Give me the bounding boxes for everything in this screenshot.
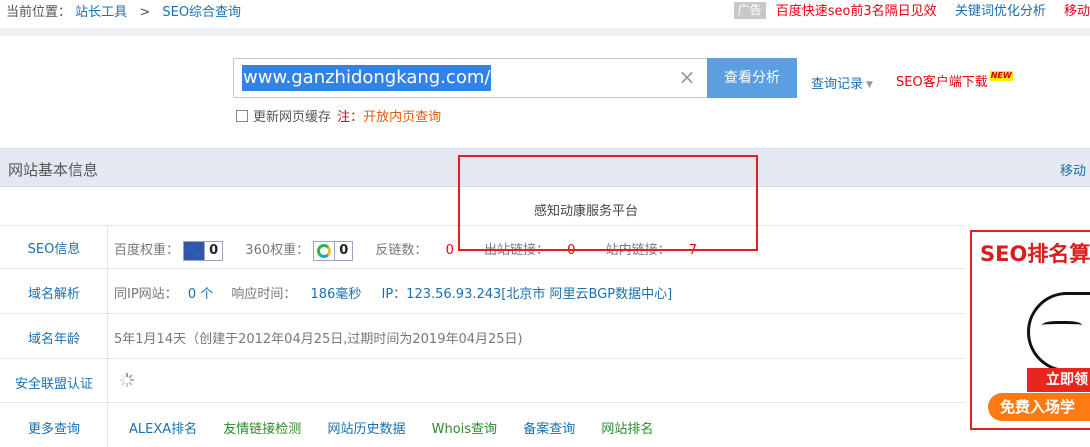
mobile-link[interactable]: 移动 <box>1064 4 1090 19</box>
more-queries-label[interactable]: 更多查询 <box>0 418 108 437</box>
same-ip-value[interactable]: 0 个 <box>188 287 213 302</box>
side-ad-claim-button[interactable]: 立即领 <box>1027 368 1090 392</box>
weight-360-badge[interactable]: 0 <box>313 240 354 261</box>
seo-info-label[interactable]: SEO信息 <box>0 238 108 257</box>
inner-page-query-link[interactable]: 开放内页查询 <box>363 110 441 125</box>
breadcrumb-item-webmaster-tools[interactable]: 站长工具 <box>75 5 127 20</box>
response-time-label: 响应时间： <box>231 287 297 302</box>
section-title: 网站基本信息 <box>8 161 99 179</box>
promo-link[interactable]: 百度快速seo前3名隔日见效 <box>776 4 937 19</box>
icp-record-link[interactable]: 备案查询 <box>523 422 575 437</box>
top-bar: 当前位置： 站长工具 > SEO综合查询 广告 百度快速seo前3名隔日见效 关… <box>0 0 1090 22</box>
chevron-down-icon: ▼ <box>866 79 873 90</box>
query-history-dropdown[interactable]: 查询记录 ▼ <box>811 73 873 92</box>
more-queries-links: ALEXA排名 友情链接检测 网站历史数据 Whois查询 备案查询 网站排名 <box>129 418 653 437</box>
row-label: 更多查询 <box>0 403 108 447</box>
ip-info[interactable]: IP：123.56.93.243[北京市 阿里云BGP数据中心] <box>382 287 673 302</box>
breadcrumb-item-seo-query[interactable]: SEO综合查询 <box>162 5 241 20</box>
breadcrumb-separator: > <box>139 5 151 20</box>
baidu-paw-icon: 🐾 <box>184 241 205 260</box>
site-history-link[interactable]: 网站历史数据 <box>327 422 405 437</box>
site-rank-link[interactable]: 网站排名 <box>601 422 653 437</box>
analyze-button[interactable]: 查看分析 <box>707 58 797 98</box>
same-ip-label: 同IP网站： <box>114 287 178 302</box>
whois-link[interactable]: Whois查询 <box>432 422 497 437</box>
weight-360-label: 360权重： <box>245 243 310 258</box>
backlink-value[interactable]: 0 <box>446 243 454 258</box>
spinner-icon <box>120 373 134 387</box>
friend-link-check-link[interactable]: 友情链接检测 <box>223 422 301 437</box>
response-time-value: 186毫秒 <box>310 287 362 302</box>
note-prefix: 注： <box>337 110 364 125</box>
cache-option: 更新网页缓存 注：开放内页查询 <box>236 106 441 125</box>
row-label: 安全联盟认证 <box>0 359 108 402</box>
baidu-weight-badge[interactable]: 🐾 0 <box>183 240 224 261</box>
section-mobile-link[interactable]: 移动 <box>1060 160 1086 179</box>
side-ad-banner[interactable]: SEO排名算 立即领 免费入场学 <box>970 230 1090 430</box>
dns-label[interactable]: 域名解析 <box>0 283 108 302</box>
baidu-weight-value: 0 <box>204 241 222 260</box>
top-links: 广告 百度快速seo前3名隔日见效 关键词优化分析 移动 <box>733 0 1090 20</box>
row-label: 域名解析 <box>0 269 108 313</box>
breadcrumb-prefix: 当前位置： <box>6 5 72 20</box>
dns-content: 同IP网站： 0 个 响应时间： 186毫秒 IP：123.56.93.243[… <box>114 283 672 302</box>
360-logo-icon <box>314 241 335 260</box>
new-badge: NEW <box>989 71 1013 81</box>
backlink-label: 反链数： <box>375 243 428 258</box>
row-safety-cert: 安全联盟认证 <box>0 358 965 402</box>
alexa-rank-link[interactable]: ALEXA排名 <box>129 422 197 437</box>
refresh-cache-checkbox[interactable] <box>236 110 248 122</box>
loading-spinner <box>120 373 134 391</box>
refresh-cache-label: 更新网页缓存 <box>253 110 332 125</box>
client-download-label: SEO客户端下载 <box>896 75 988 90</box>
divider-band <box>0 28 1090 36</box>
weight-360-value: 0 <box>334 241 352 260</box>
search-box[interactable]: www.ganzhidongkang.com/ × <box>233 58 708 98</box>
row-label: 域名年龄 <box>0 314 108 358</box>
domain-age-value[interactable]: 5年1月14天（创建于2012年04月25日,过期时间为2019年04月25日) <box>114 328 523 347</box>
client-download-link[interactable]: SEO客户端下载 NEW <box>896 71 1013 90</box>
baidu-weight-label: 百度权重： <box>114 243 180 258</box>
cartoon-figure-icon <box>1027 292 1090 372</box>
safety-cert-label[interactable]: 安全联盟认证 <box>0 373 108 392</box>
domain-age-label[interactable]: 域名年龄 <box>0 328 108 347</box>
highlight-box <box>458 155 758 251</box>
ad-badge: 广告 <box>733 2 766 19</box>
close-icon[interactable]: × <box>677 67 697 87</box>
side-ad-free-entry-button[interactable]: 免费入场学 <box>988 393 1090 421</box>
query-history-label: 查询记录 <box>811 77 864 92</box>
keyword-analysis-link[interactable]: 关键词优化分析 <box>955 4 1046 19</box>
row-more-queries: 更多查询 ALEXA排名 友情链接检测 网站历史数据 Whois查询 备案查询 … <box>0 402 965 447</box>
row-label[interactable]: SEO信息 <box>0 226 108 268</box>
row-domain-age: 域名年龄 5年1月14天（创建于2012年04月25日,过期时间为2019年04… <box>0 313 965 358</box>
side-ad-title: SEO排名算 <box>980 242 1090 266</box>
row-dns: 域名解析 同IP网站： 0 个 响应时间： 186毫秒 IP：123.56.93… <box>0 268 965 313</box>
search-input[interactable]: www.ganzhidongkang.com/ <box>242 65 492 91</box>
breadcrumb: 当前位置： 站长工具 > SEO综合查询 <box>6 1 241 20</box>
